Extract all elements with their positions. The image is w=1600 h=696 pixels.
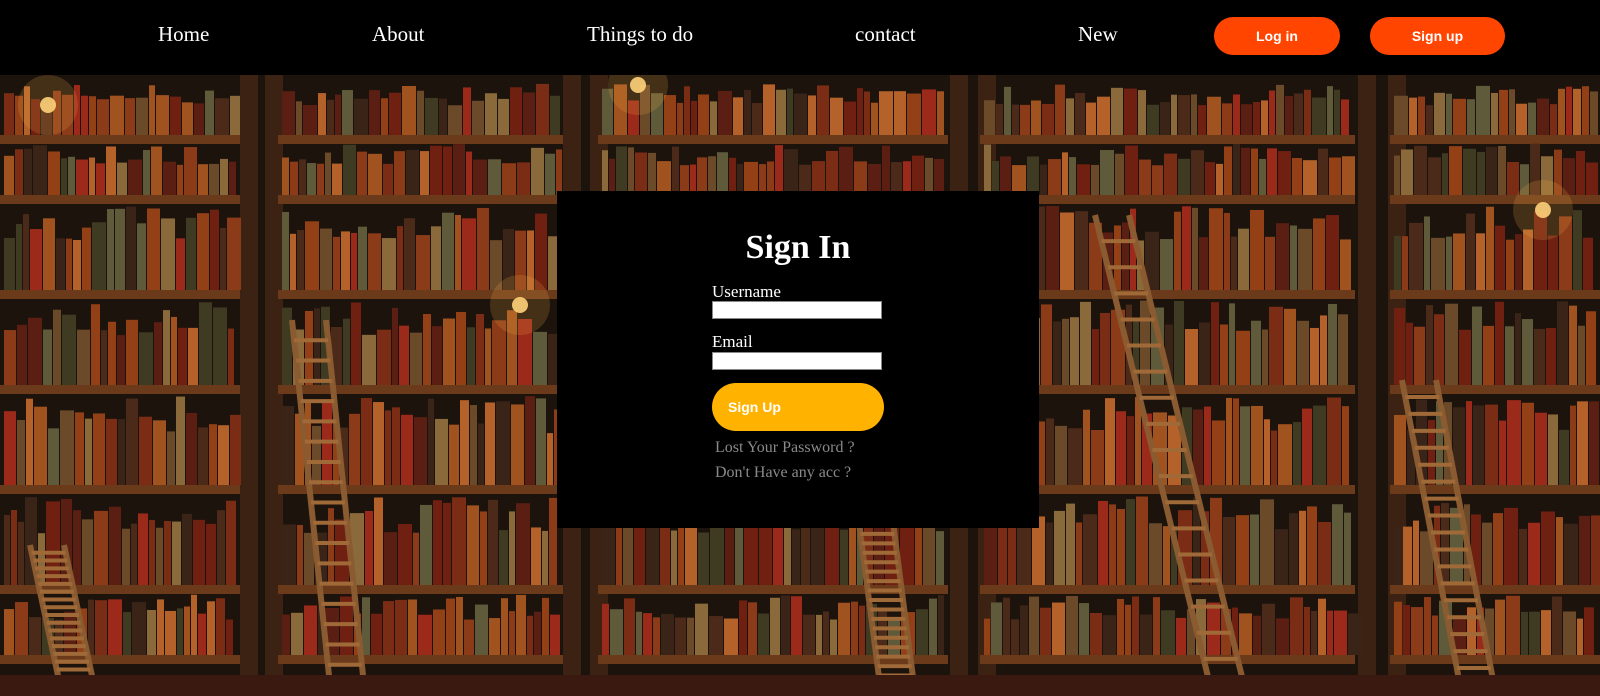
sign-in-title: Sign In: [745, 229, 851, 266]
sign-in-panel: Sign In Username Email Sign Up Lost Your…: [557, 191, 1039, 528]
lost-password-link[interactable]: Lost Your Password ?: [715, 439, 855, 457]
email-label: Email: [712, 332, 753, 351]
no-account-link[interactable]: Don't Have any acc ?: [715, 464, 851, 482]
nav-link-things-to-do[interactable]: Things to do: [587, 22, 693, 47]
top-nav: Home About Things to do contact New Log …: [0, 0, 1600, 75]
email-input[interactable]: [712, 352, 882, 370]
username-input[interactable]: [712, 301, 882, 319]
nav-link-contact[interactable]: contact: [855, 22, 916, 47]
nav-link-about[interactable]: About: [372, 22, 425, 47]
signup-button[interactable]: Sign up: [1370, 17, 1505, 55]
nav-link-home[interactable]: Home: [158, 22, 209, 47]
sign-up-submit-button[interactable]: Sign Up: [712, 383, 884, 431]
login-button[interactable]: Log in: [1214, 17, 1340, 55]
nav-link-new[interactable]: New: [1078, 22, 1118, 47]
username-label: Username: [712, 282, 781, 301]
